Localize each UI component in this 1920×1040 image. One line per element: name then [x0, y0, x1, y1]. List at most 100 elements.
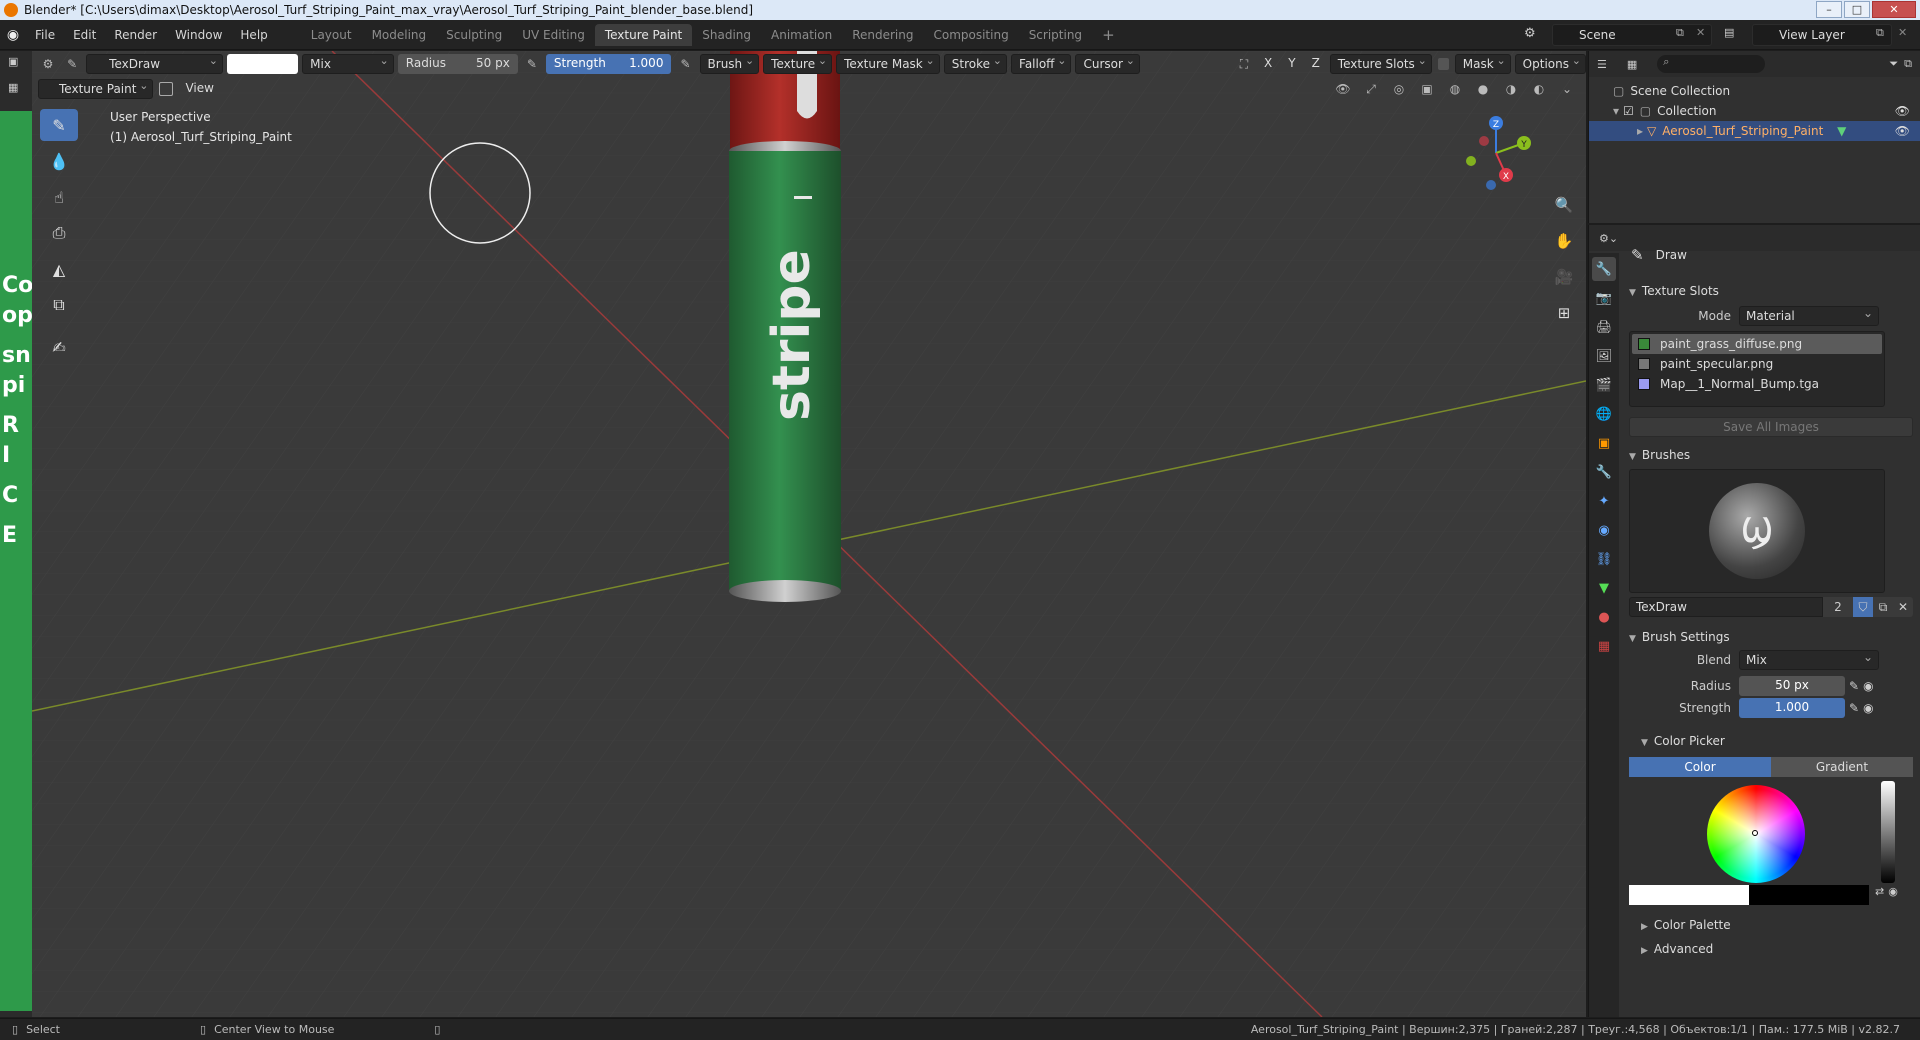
output-tab-icon[interactable]: 🖨: [1592, 315, 1616, 339]
color-swatch[interactable]: [226, 54, 299, 74]
overlay-toggle-icon[interactable]: ◎: [1388, 79, 1410, 99]
texture-tab-icon[interactable]: ▦: [1592, 634, 1616, 658]
delete-view-layer-icon[interactable]: ✕: [1898, 26, 1907, 39]
outliner-row-object[interactable]: ▸ ▽ Aerosol_Turf_Striping_Paint ▼ 👁: [1589, 121, 1920, 141]
mirror-y-toggle[interactable]: Y: [1282, 54, 1301, 74]
menu-edit[interactable]: Edit: [64, 24, 105, 46]
unlink-brush-icon[interactable]: ✕: [1893, 597, 1913, 617]
minimize-button[interactable]: –: [1816, 1, 1842, 18]
material-shading-icon[interactable]: ◑: [1500, 79, 1522, 99]
tab-texture-paint[interactable]: Texture Paint: [594, 23, 693, 46]
visibility-icon[interactable]: 👁: [1332, 79, 1354, 99]
strength-slider[interactable]: Strength 1.000: [545, 54, 672, 74]
strength-unified-icon[interactable]: ◉: [1863, 701, 1873, 715]
color-wheel-cursor[interactable]: [1752, 830, 1758, 836]
object-tab-icon[interactable]: ▣: [1592, 431, 1616, 455]
display-mode-icon[interactable]: ▦: [1627, 58, 1637, 71]
brush-preview[interactable]: Ϣ: [1629, 469, 1885, 593]
texture-menu[interactable]: Texture: [763, 52, 833, 74]
camera-view-icon[interactable]: 🎥: [1550, 263, 1578, 291]
draw-tool-icon[interactable]: ✎: [40, 109, 78, 141]
brush-users-count[interactable]: 2: [1823, 597, 1853, 617]
brush-strength-slider[interactable]: 1.000: [1739, 698, 1845, 718]
rendered-shading-icon[interactable]: ◐: [1528, 79, 1550, 99]
add-workspace-button[interactable]: +: [1092, 24, 1125, 46]
mirror-z-toggle[interactable]: Z: [1306, 54, 1326, 74]
checkbox-icon[interactable]: ☑: [1623, 104, 1634, 118]
value-slider[interactable]: [1881, 781, 1895, 883]
mode-selector[interactable]: Texture Paint: [38, 77, 154, 99]
brush-settings-section[interactable]: ▼ Brush Settings: [1621, 625, 1920, 649]
smear-tool-icon[interactable]: ☝: [40, 181, 78, 213]
tab-sculpting[interactable]: Sculpting: [436, 24, 512, 46]
mesh-data-tab-icon[interactable]: ▼: [1592, 576, 1616, 600]
brushes-section[interactable]: ▼ Brushes: [1621, 443, 1920, 467]
solid-shading-icon[interactable]: ●: [1472, 79, 1494, 99]
world-tab-icon[interactable]: 🌐: [1592, 402, 1616, 426]
mask-checkbox[interactable]: [1437, 58, 1449, 70]
symmetry-icon[interactable]: ⛶: [1234, 54, 1254, 74]
radius-pressure-icon[interactable]: ✎: [1849, 679, 1859, 693]
annotate-tool-icon[interactable]: ✍: [40, 331, 78, 363]
wireframe-shading-icon[interactable]: ◍: [1444, 79, 1466, 99]
tab-rendering[interactable]: Rendering: [842, 24, 923, 46]
material-tab-icon[interactable]: ●: [1592, 605, 1616, 629]
strength-pressure-icon[interactable]: ✎: [1849, 701, 1859, 715]
new-scene-icon[interactable]: ⧉: [1676, 26, 1684, 40]
outliner-row-scene-collection[interactable]: ▢ Scene Collection: [1589, 81, 1920, 101]
menu-help[interactable]: Help: [231, 24, 276, 46]
texture-slot-item[interactable]: Map__1_Normal_Bump.tga: [1632, 374, 1882, 394]
outliner-search-input[interactable]: ⌕: [1657, 55, 1766, 73]
tab-compositing[interactable]: Compositing: [923, 24, 1018, 46]
ortho-grid-icon[interactable]: ⊞: [1550, 299, 1578, 327]
mask-menu[interactable]: Mask: [1454, 52, 1511, 74]
radius-unified-icon[interactable]: ◉: [1863, 679, 1873, 693]
navigation-gizmo[interactable]: Z Y X: [1456, 113, 1536, 193]
advanced-section[interactable]: ▶ Advanced: [1621, 937, 1920, 961]
render-tab-icon[interactable]: 📷: [1592, 286, 1616, 310]
view-layer-icon[interactable]: ▤: [1724, 26, 1734, 39]
view-menu[interactable]: View: [179, 79, 219, 99]
view-layer-tab-icon[interactable]: 🖼: [1592, 344, 1616, 368]
color-palette-section[interactable]: ▶ Color Palette: [1621, 913, 1920, 937]
brush-name-field[interactable]: TexDraw: [1629, 597, 1823, 617]
physics-tab-icon[interactable]: ◉: [1592, 518, 1616, 542]
strength-pressure-icon[interactable]: ✎: [675, 54, 695, 74]
duplicate-brush-icon[interactable]: ⧉: [1873, 597, 1893, 617]
texture-slot-item[interactable]: paint_grass_diffuse.png: [1632, 334, 1882, 354]
pan-hand-icon[interactable]: ✋: [1550, 227, 1578, 255]
modifiers-tab-icon[interactable]: 🔧: [1592, 460, 1616, 484]
unified-color-icon[interactable]: ◉: [1888, 885, 1898, 905]
slot-mode-dropdown[interactable]: Material: [1739, 304, 1879, 326]
view-layer-selector[interactable]: View Layer: [1752, 24, 1892, 46]
texture-slots-menu[interactable]: Texture Slots: [1329, 52, 1432, 74]
tab-animation[interactable]: Animation: [761, 24, 842, 46]
secondary-color-swatch[interactable]: [1749, 885, 1869, 905]
new-collection-icon[interactable]: ⧉: [1904, 57, 1912, 71]
zoom-icon[interactable]: 🔍: [1550, 191, 1578, 219]
visibility-eye-icon[interactable]: 👁: [1895, 121, 1910, 141]
menu-window[interactable]: Window: [166, 24, 231, 46]
editor-type-icon[interactable]: ▣: [8, 55, 18, 68]
swap-colors-icon[interactable]: ⇄: [1875, 885, 1884, 905]
mask-tool-icon[interactable]: ⧉: [40, 289, 78, 321]
maximize-button[interactable]: □: [1844, 1, 1870, 18]
texture-mask-menu[interactable]: Texture Mask: [836, 52, 940, 74]
image-editor-icon[interactable]: ▦: [8, 81, 18, 94]
menu-render[interactable]: Render: [105, 24, 166, 46]
texture-slots-section[interactable]: ▼ Texture Slots: [1621, 279, 1920, 303]
brush-radius-slider[interactable]: 50 px: [1739, 676, 1845, 696]
tab-uv-editing[interactable]: UV Editing: [512, 24, 595, 46]
tab-shading[interactable]: Shading: [692, 24, 761, 46]
shading-options-icon[interactable]: ⌄: [1556, 79, 1578, 99]
new-view-layer-icon[interactable]: ⧉: [1876, 26, 1884, 40]
delete-scene-icon[interactable]: ✕: [1696, 26, 1705, 39]
close-button[interactable]: ✕: [1872, 1, 1916, 18]
filter-icon[interactable]: ⏷: [1889, 57, 1898, 71]
options-menu[interactable]: Options: [1514, 52, 1586, 74]
gizmo-toggle-icon[interactable]: ⤢: [1360, 79, 1382, 99]
current-color-swatch[interactable]: [1629, 885, 1749, 905]
blend-mode-dropdown[interactable]: Mix: [302, 52, 394, 74]
3d-viewport[interactable]: stripe ⚙ ✎ TexDraw Mix Radius50 px ✎ Str…: [32, 51, 1586, 1017]
tab-modeling[interactable]: Modeling: [362, 24, 437, 46]
